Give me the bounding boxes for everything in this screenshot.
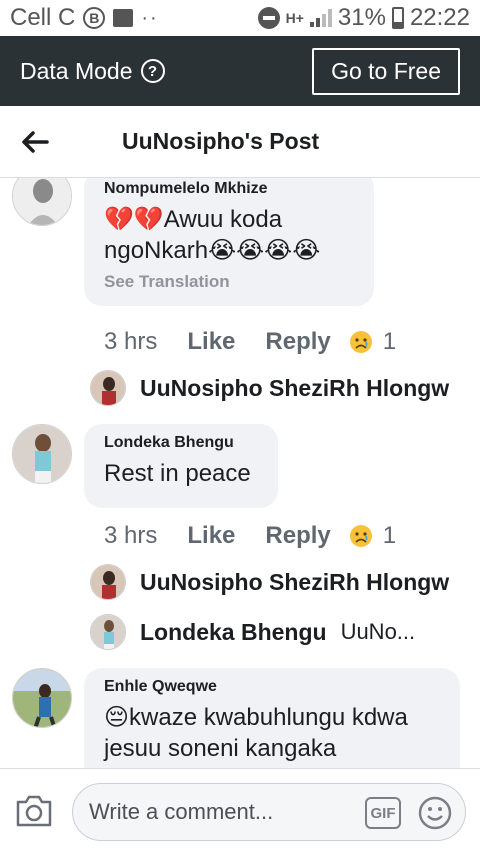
post-header: UuNosipho's Post (0, 106, 480, 178)
reply-row[interactable]: UuNosipho SheziRh Hlongw (90, 370, 449, 406)
reply-author[interactable]: UuNosipho SheziRh Hlongw (140, 569, 449, 596)
smiley-icon[interactable] (417, 795, 453, 831)
do-not-disturb-icon (257, 7, 280, 29)
data-mode-bar: Data Mode ? Go to Free (0, 36, 480, 106)
carrier-badge-icon: B (83, 7, 106, 29)
comment-time: 3 hrs (104, 522, 158, 549)
sad-reaction-icon[interactable] (349, 524, 373, 548)
data-mode-label: Data Mode (20, 57, 133, 84)
network-type: H+ (285, 10, 304, 26)
comment-time: 3 hrs (104, 328, 158, 355)
avatar[interactable] (12, 178, 72, 226)
go-to-free-button[interactable]: Go to Free (312, 47, 460, 95)
battery-percent: 31% (337, 4, 386, 31)
comment-bubble[interactable]: Enhle Qweqwe 😔kwaze kwabuhlungu kdwa jes… (84, 668, 460, 768)
like-button[interactable]: Like (187, 328, 235, 356)
comment-actions: 3 hrs Like Reply 1 (104, 328, 396, 356)
comments-list: Nompumelelo Mkhize 💔💔Awuu koda ngoNkarh😭… (0, 178, 480, 768)
reply-button[interactable]: Reply (265, 522, 330, 550)
back-arrow-icon[interactable] (0, 106, 70, 178)
comment-actions: 3 hrs Like Reply 1 (104, 522, 396, 550)
reply-author[interactable]: Londeka Bhengu (140, 619, 327, 646)
avatar (90, 614, 126, 650)
reply-author[interactable]: UuNosipho SheziRh Hlongw (140, 375, 449, 402)
camera-icon[interactable] (14, 793, 54, 829)
comment-text-line2: jesuu soneni kangaka (104, 735, 337, 762)
gif-icon[interactable]: GIF (365, 797, 401, 829)
more-notifications-icon: ·· (141, 6, 159, 29)
reaction-count: 1 (382, 522, 397, 549)
gallery-icon (113, 9, 134, 27)
reply-button[interactable]: Reply (265, 328, 330, 356)
comment-author[interactable]: Nompumelelo Mkhize (104, 180, 354, 198)
status-bar: Cell C B ·· H+ 31% 22:22 (0, 0, 480, 36)
comment-bubble[interactable]: Londeka Bhengu Rest in peace (84, 424, 278, 508)
comment-text: Rest in peace (104, 460, 251, 487)
comment-composer: GIF (0, 768, 480, 854)
help-icon[interactable]: ? (140, 59, 165, 83)
like-button[interactable]: Like (187, 522, 235, 550)
reply-row[interactable]: UuNosipho SheziRh Hlongw (90, 564, 449, 600)
comment-text: 💔💔Awuu koda (104, 206, 283, 233)
comment-input[interactable] (89, 799, 359, 825)
comment-text-line2: ngoNkarh😭😭😭😭 (104, 237, 321, 264)
comment-author[interactable]: Enhle Qweqwe (104, 678, 440, 696)
comment-bubble[interactable]: Nompumelelo Mkhize 💔💔Awuu koda ngoNkarh😭… (84, 178, 374, 306)
signal-icon (309, 9, 332, 27)
carrier-name: Cell C (10, 4, 76, 31)
avatar (90, 370, 126, 406)
reply-preview: UuNo... (340, 619, 416, 644)
avatar[interactable] (12, 668, 72, 728)
reaction-count: 1 (382, 328, 397, 355)
reply-row[interactable]: Londeka Bhengu UuNo... (90, 614, 415, 650)
comment-input-container[interactable]: GIF (72, 783, 466, 841)
avatar (90, 564, 126, 600)
page-title: UuNosipho's Post (122, 128, 320, 154)
comment-text: 😔kwaze kwabuhlungu kdwa (104, 704, 408, 731)
battery-icon (391, 7, 404, 29)
sad-reaction-icon[interactable] (349, 330, 373, 354)
see-translation-link[interactable]: See Translation (104, 272, 354, 292)
avatar[interactable] (12, 424, 72, 484)
comment-author[interactable]: Londeka Bhengu (104, 434, 258, 452)
clock: 22:22 (409, 4, 470, 31)
